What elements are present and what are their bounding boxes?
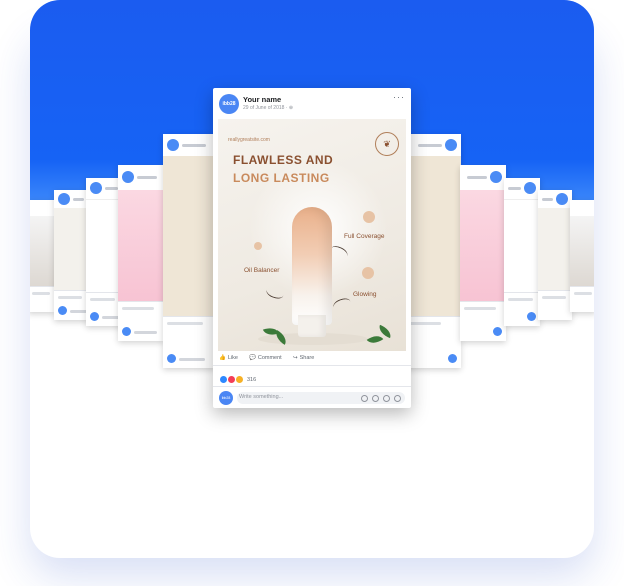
share-icon: ↪ xyxy=(293,355,298,361)
emoji-icon[interactable] xyxy=(361,395,368,402)
brand-logo-icon: ❦ xyxy=(375,132,399,156)
mini-post-right-2 xyxy=(504,178,540,326)
ad-headline-1: FLAWLESS AND xyxy=(233,153,334,167)
comment-composer: ibb28 Write something... xyxy=(213,386,411,408)
reaction-count: 316 xyxy=(247,376,257,383)
product-tube xyxy=(292,207,332,325)
like-icon: 👍 xyxy=(219,355,226,361)
full-coverage-icon xyxy=(363,211,375,223)
post-header: ibb28 Your name 29 of June of 2018 · ⊕ ·… xyxy=(213,88,411,118)
composer-avatar: ibb28 xyxy=(219,391,233,405)
mini-post-left-4 xyxy=(30,200,54,312)
ad-url: reallygreatsite.com xyxy=(228,137,270,143)
glowing-icon xyxy=(362,267,374,279)
sticker-icon[interactable] xyxy=(394,395,401,402)
mini-post-left-1 xyxy=(118,165,164,341)
ad-image: reallygreatsite.com FLAWLESS AND LONG LA… xyxy=(218,119,406,351)
comment-placeholder: Write something... xyxy=(239,394,284,400)
mini-post-left-2 xyxy=(86,178,122,326)
comment-button[interactable]: 💬 Comment xyxy=(249,355,282,361)
feature-glowing: Glowing xyxy=(353,291,377,298)
more-icon[interactable]: ··· xyxy=(393,92,405,102)
comment-icon: 💬 xyxy=(249,355,256,361)
mini-post-left-3 xyxy=(54,190,88,320)
post-date: 29 of June of 2018 · ⊕ xyxy=(243,105,294,111)
feature-oil-balancer: Oil Balancer xyxy=(244,267,280,274)
haha-reaction-icon xyxy=(235,375,244,384)
avatar[interactable]: ibb28 xyxy=(219,94,239,114)
ad-headline-2: LONG LASTING xyxy=(233,171,330,185)
mini-post-right-3 xyxy=(538,190,572,320)
reactions[interactable]: 316 xyxy=(219,375,256,384)
main-post: ibb28 Your name 29 of June of 2018 · ⊕ ·… xyxy=(213,88,411,408)
mini-post-right-1 xyxy=(460,165,506,341)
camera-icon[interactable] xyxy=(372,395,379,402)
composer-icons xyxy=(361,395,401,402)
oil-icon xyxy=(254,242,262,250)
user-name[interactable]: Your name xyxy=(243,95,281,104)
gif-icon[interactable] xyxy=(383,395,390,402)
avatar-text: ibb28 xyxy=(222,101,236,107)
share-button[interactable]: ↪ Share xyxy=(293,355,314,361)
like-button[interactable]: 👍 Like xyxy=(219,355,238,361)
mini-post-right-4 xyxy=(570,200,594,312)
leaf-icon xyxy=(366,331,384,348)
feature-full-coverage: Full Coverage xyxy=(344,233,385,240)
mini-post-left-0 xyxy=(163,134,215,368)
product-cap xyxy=(298,315,326,337)
arrow-icon xyxy=(331,296,353,313)
